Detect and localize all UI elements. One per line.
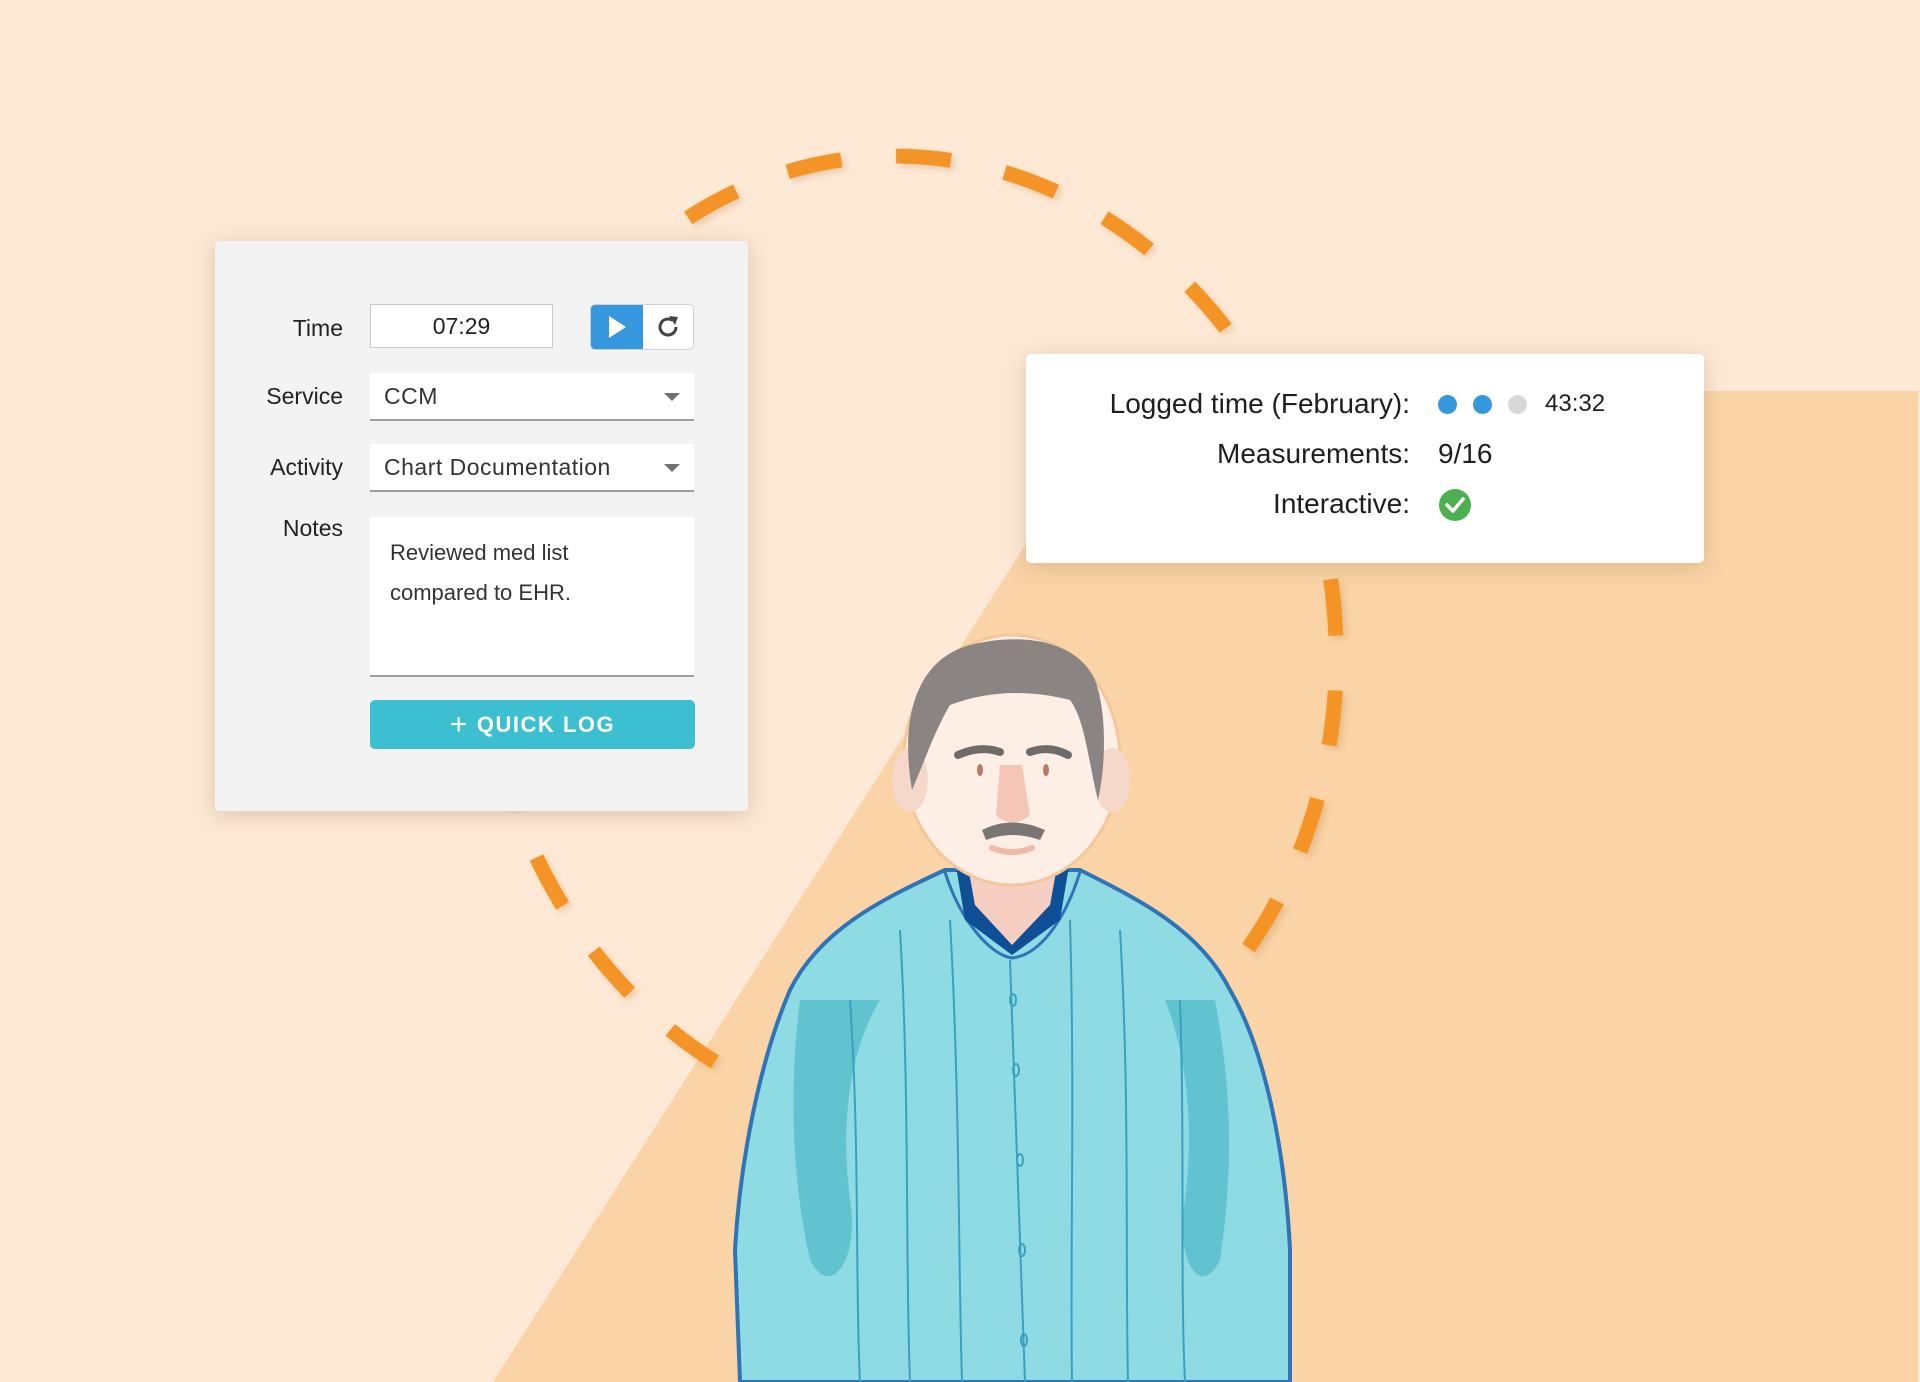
patient-summary-card: Logged time (February): 43:32 Measuremen… (1026, 354, 1704, 563)
interactive-value (1438, 488, 1472, 522)
notes-line: Reviewed med list (390, 540, 569, 565)
timer-controls (590, 304, 694, 350)
progress-dot-filled (1438, 394, 1457, 414)
service-label: Service (266, 383, 343, 409)
chevron-down-icon (664, 464, 680, 472)
time-label: Time (292, 315, 343, 341)
service-select[interactable]: CCM (370, 373, 694, 421)
progress-dot-filled (1473, 394, 1492, 414)
logged-time-value: 43:32 (1438, 390, 1605, 418)
notes-textarea[interactable]: Reviewed med list compared to EHR. (370, 517, 694, 677)
logged-time-text: 43:32 (1545, 390, 1606, 417)
time-field[interactable]: 07:29 (370, 304, 553, 348)
interactive-label: Interactive: (1273, 488, 1410, 519)
quick-log-button[interactable]: + QUICK LOG (370, 700, 695, 749)
refresh-icon (658, 316, 678, 337)
progress-dot-empty (1508, 394, 1527, 414)
play-button[interactable] (591, 305, 643, 349)
quick-log-card: Time 07:29 Service CCM Activity Chart Do… (215, 241, 748, 811)
measurements-label: Measurements: (1217, 438, 1410, 469)
play-icon (609, 316, 626, 338)
notes-line: compared to EHR. (390, 580, 571, 605)
chevron-down-icon (664, 393, 680, 401)
check-circle-icon (1439, 489, 1471, 521)
activity-label: Activity (270, 454, 343, 480)
notes-label: Notes (282, 515, 343, 541)
logged-time-label: Logged time (February): (1109, 388, 1410, 419)
service-value: CCM (384, 383, 438, 409)
plus-icon: + (449, 707, 469, 741)
activity-value: Chart Documentation (384, 454, 611, 480)
activity-select[interactable]: Chart Documentation (370, 444, 694, 492)
measurements-value: 9/16 (1438, 438, 1493, 469)
quick-log-label: QUICK LOG (476, 711, 616, 737)
reset-timer-button[interactable] (643, 305, 693, 349)
